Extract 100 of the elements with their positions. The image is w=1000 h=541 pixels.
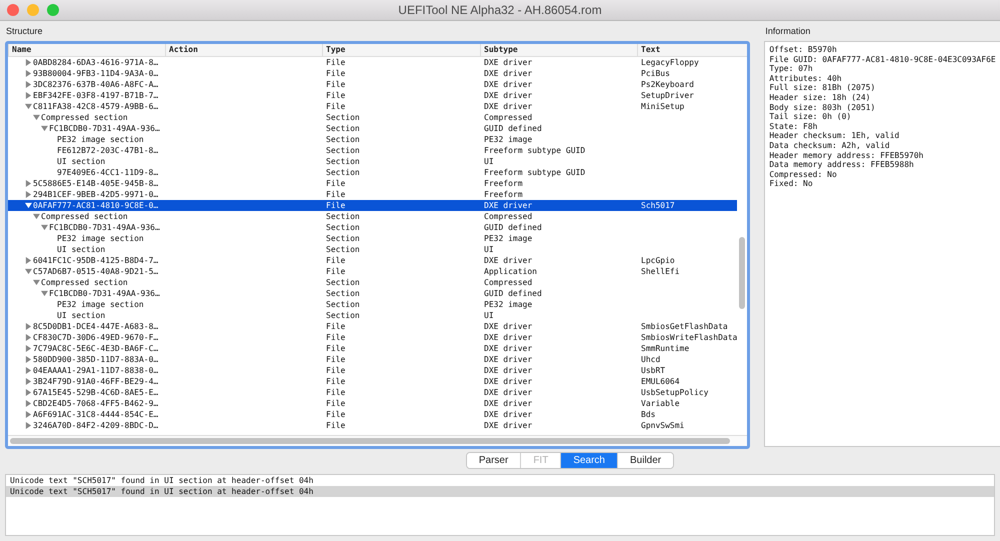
tree-row[interactable]: 580DD900-385D-11D7-883A-0… File DXE driver Uhcd (8, 354, 738, 365)
tree-row[interactable]: 0ABD8284-6DA3-4616-971A-8… File DXE driver LegacyFloppy (8, 57, 738, 68)
expanded-arrow-icon[interactable] (41, 125, 48, 132)
tree-row[interactable]: C811FA38-42C8-4579-A9BB-6… File DXE driver MiniSetup (8, 101, 738, 112)
column-header[interactable]: Name (8, 44, 165, 56)
tree-item-name: C811FA38-42C8-4579-A9BB-6… (33, 101, 158, 112)
tree-item-name: Compressed section (41, 277, 128, 288)
tree-row[interactable]: Compressed section Section Compressed (8, 277, 738, 288)
collapsed-arrow-icon[interactable] (25, 323, 32, 330)
column-header[interactable]: Type (322, 44, 480, 56)
type-cell: Section (326, 124, 360, 133)
tree-row[interactable]: 93B80004-9FB3-11D4-9A3A-0… File DXE driver PciBus (8, 68, 738, 79)
tree-row[interactable]: C57AD6B7-0515-40A8-9D21-5… File Application ShellEfi (8, 266, 738, 277)
tree-row[interactable]: 5C5886E5-E14B-405E-945B-8… File Freeform (8, 178, 738, 189)
collapsed-arrow-icon[interactable] (25, 356, 32, 363)
tree-row[interactable]: UI section Section UI (8, 244, 738, 255)
collapsed-arrow-icon[interactable] (25, 191, 32, 198)
tree-row[interactable]: PE32 image section Section PE32 image (8, 134, 738, 145)
tree-row[interactable]: A6F691AC-31C8-4444-854C-E… File DXE driver Bds (8, 409, 738, 420)
collapsed-arrow-icon[interactable] (25, 92, 32, 99)
tree-row[interactable]: FC1BCDB0-7D31-49AA-936… Section GUID defined (8, 288, 738, 299)
close-button[interactable] (7, 4, 19, 16)
tree-row[interactable]: 3B24F79D-91A0-46FF-BE29-4… File DXE driver EMUL6064 (8, 376, 738, 387)
collapsed-arrow-icon[interactable] (25, 422, 32, 429)
collapsed-arrow-icon[interactable] (25, 59, 32, 66)
tree-row[interactable]: 294B1CEF-9BEB-42D5-9971-0… File Freeform (8, 189, 738, 200)
collapsed-arrow-icon[interactable] (25, 367, 32, 374)
tree-row[interactable]: FC1BCDB0-7D31-49AA-936… Section GUID defined (8, 123, 738, 134)
tree-row[interactable]: 8C5D0DB1-DCE4-447E-A683-8… File DXE driver SmbiosGetFlashData (8, 321, 738, 332)
expanded-arrow-icon[interactable] (41, 290, 48, 297)
tree-row[interactable]: UI section Section UI (8, 156, 738, 167)
tree-row[interactable]: 67A15E45-529B-4C6D-8AE5-E… File DXE driver UsbSetupPolicy (8, 387, 738, 398)
text-cell: LegacyFloppy (641, 58, 699, 67)
collapsed-arrow-icon[interactable] (25, 70, 32, 77)
message-row[interactable]: Unicode text "SCH5017" found in UI section at header-offset 04h (6, 475, 994, 486)
tree-row[interactable]: CF830C7D-30D6-49ED-9670-F… File DXE driver SmbiosWriteFlashData (8, 332, 738, 343)
tree-item-name: 5C5886E5-E14B-405E-945B-8… (33, 178, 158, 189)
subtype-cell: PE32 image (484, 234, 532, 243)
column-header[interactable]: Text (637, 44, 748, 56)
tree-item-name: FC1BCDB0-7D31-49AA-936… (49, 222, 160, 233)
tree-row[interactable]: 97E409E6-4CC1-11D9-8… Section Freeform subtype GUID (8, 167, 738, 178)
expanded-arrow-icon[interactable] (33, 114, 40, 121)
subtype-cell: Freeform subtype GUID (484, 168, 586, 177)
tab[interactable]: Search (560, 452, 617, 468)
collapsed-arrow-icon[interactable] (25, 180, 32, 187)
collapsed-arrow-icon[interactable] (25, 345, 32, 352)
collapsed-arrow-icon[interactable] (25, 257, 32, 264)
expanded-arrow-icon[interactable] (33, 213, 40, 220)
tree-row[interactable]: 6041FC1C-95DB-4125-B8D4-7… File DXE driver LpcGpio (8, 255, 738, 266)
tree-row[interactable]: Compressed section Section Compressed (8, 211, 738, 222)
tab[interactable]: Builder (617, 452, 674, 468)
subtype-cell: DXE driver (484, 91, 532, 100)
tree-row[interactable]: 0AFAF777-AC81-4810-9C8E-0… File DXE driver Sch5017 (8, 200, 738, 211)
tree-row[interactable]: 3DC82376-637B-40A6-A8FC-A… File DXE driver Ps2Keyboard (8, 79, 738, 90)
expanded-arrow-icon[interactable] (25, 202, 32, 209)
type-cell: Section (326, 146, 360, 155)
tree-row[interactable]: FE612B72-203C-47B1-8… Section Freeform subtype GUID (8, 145, 738, 156)
tree-item-name: A6F691AC-31C8-4444-854C-E… (33, 409, 158, 420)
tree-item-name: UI section (57, 244, 106, 255)
text-cell: ShellEfi (641, 267, 680, 276)
subtype-cell: Compressed (484, 212, 532, 221)
expanded-arrow-icon[interactable] (41, 224, 48, 231)
tree-row[interactable]: Compressed section Section Compressed (8, 112, 738, 123)
column-header[interactable]: Subtype (480, 44, 637, 56)
tree-item-name: UI section (57, 156, 106, 167)
subtype-cell: DXE driver (484, 58, 532, 67)
scrollbar-thumb[interactable] (10, 438, 730, 444)
tree-item-name: FC1BCDB0-7D31-49AA-936… (49, 288, 160, 299)
expanded-arrow-icon[interactable] (25, 103, 32, 110)
tree-row[interactable]: 3246A70D-84F2-4209-8BDC-D… File DXE driver GpnvSwSmi (8, 420, 738, 431)
collapsed-arrow-icon[interactable] (25, 389, 32, 396)
collapsed-arrow-icon[interactable] (25, 334, 32, 341)
tree-item-name: 7C79AC8C-5E6C-4E3D-BA6F-C… (33, 343, 158, 354)
type-cell: Section (326, 113, 360, 122)
tree-row[interactable]: UI section Section UI (8, 310, 738, 321)
tree-row[interactable]: EBF342FE-03F8-4197-B71B-7… File DXE driver SetupDriver (8, 90, 738, 101)
info-line: Header memory address: FFEB5970h (769, 150, 924, 160)
type-cell: File (326, 344, 346, 353)
info-line: Offset: B5970h (769, 45, 838, 55)
type-cell: File (326, 399, 346, 408)
type-cell: File (326, 190, 346, 199)
collapsed-arrow-icon[interactable] (25, 400, 32, 407)
tree-row[interactable]: 04EAAAA1-29A1-11D7-8838-0… File DXE driver UsbRT (8, 365, 738, 376)
text-cell: SmbiosGetFlashData (641, 322, 728, 331)
tree-row[interactable]: FC1BCDB0-7D31-49AA-936… Section GUID defined (8, 222, 738, 233)
message-row[interactable]: Unicode text "SCH5017" found in UI section at header-offset 04h (6, 486, 994, 497)
info-line: Body size: 803h (2051) (769, 102, 876, 112)
info-line: State: F8h (769, 122, 818, 132)
expanded-arrow-icon[interactable] (25, 268, 32, 275)
column-header[interactable]: Action (165, 44, 322, 56)
tree-row[interactable]: 7C79AC8C-5E6C-4E3D-BA6F-C… File DXE driver SmmRuntime (8, 343, 738, 354)
tree-item-name: 0AFAF777-AC81-4810-9C8E-0… (33, 200, 158, 211)
tree-row[interactable]: PE32 image section Section PE32 image (8, 299, 738, 310)
collapsed-arrow-icon[interactable] (25, 411, 32, 418)
tree-row[interactable]: PE32 image section Section PE32 image (8, 233, 738, 244)
collapsed-arrow-icon[interactable] (25, 81, 32, 88)
collapsed-arrow-icon[interactable] (25, 378, 32, 385)
expanded-arrow-icon[interactable] (33, 279, 40, 286)
scrollbar-thumb[interactable] (739, 237, 746, 309)
tree-row[interactable]: CBD2E4D5-7068-4FF5-B462-9… File DXE driver Variable (8, 398, 738, 409)
